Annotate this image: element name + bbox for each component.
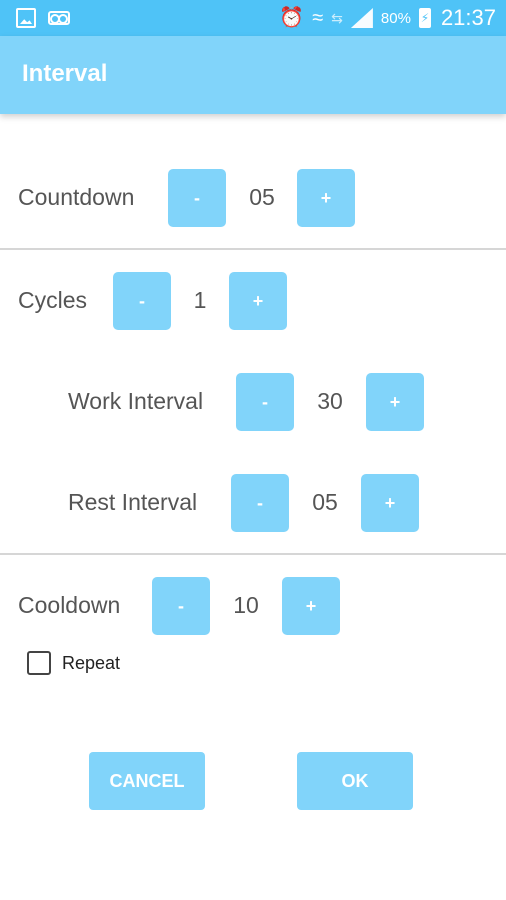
work-interval-value: 30 — [317, 388, 343, 414]
countdown-label: Countdown — [18, 184, 135, 210]
cooldown-value: 10 — [233, 592, 259, 618]
voicemail-icon — [48, 11, 70, 25]
status-bar: ⏰ ≈ ⇆ 80% 21:37 — [0, 0, 506, 36]
signal-icon — [350, 8, 373, 28]
cooldown-label: Cooldown — [18, 592, 121, 618]
status-time: 21:37 — [440, 5, 496, 30]
cycles-value: 1 — [193, 287, 207, 313]
status-right-icons: ⏰ ≈ ⇆ 80% 21:37 — [279, 4, 496, 32]
cooldown-increment-button[interactable]: + — [282, 577, 340, 635]
cycles-increment-button[interactable]: + — [229, 272, 287, 330]
cycles-label: Cycles — [18, 287, 88, 313]
battery-charging-icon — [418, 8, 431, 28]
divider — [0, 553, 506, 555]
network-icon: ⇆ — [331, 10, 343, 26]
alarm-icon: ⏰ — [279, 7, 305, 29]
app-bar: Interval — [0, 36, 506, 114]
ok-button[interactable]: OK — [297, 752, 413, 810]
status-left-icons — [16, 8, 70, 28]
repeat-label: Repeat — [62, 652, 121, 673]
rest-interval-increment-button[interactable]: + — [361, 474, 419, 532]
wifi-icon: ≈ — [312, 7, 324, 29]
work-interval-decrement-button[interactable]: - — [236, 373, 294, 431]
repeat-row: Repeat — [27, 651, 120, 675]
battery-percent: 80% — [380, 9, 411, 27]
cycles-decrement-button[interactable]: - — [113, 272, 171, 330]
repeat-checkbox[interactable] — [27, 651, 51, 675]
rest-interval-decrement-button[interactable]: - — [231, 474, 289, 532]
cooldown-decrement-button[interactable]: - — [152, 577, 210, 635]
countdown-decrement-button[interactable]: - — [168, 169, 226, 227]
page-title: Interval — [22, 60, 108, 87]
image-icon — [16, 8, 36, 28]
countdown-increment-button[interactable]: + — [297, 169, 355, 227]
countdown-value: 05 — [249, 184, 275, 210]
rest-interval-value: 05 — [312, 489, 338, 515]
rest-interval-label: Rest Interval — [68, 489, 198, 515]
divider — [0, 248, 506, 250]
work-interval-label: Work Interval — [68, 388, 204, 414]
cancel-button[interactable]: CANCEL — [89, 752, 205, 810]
work-interval-increment-button[interactable]: + — [366, 373, 424, 431]
